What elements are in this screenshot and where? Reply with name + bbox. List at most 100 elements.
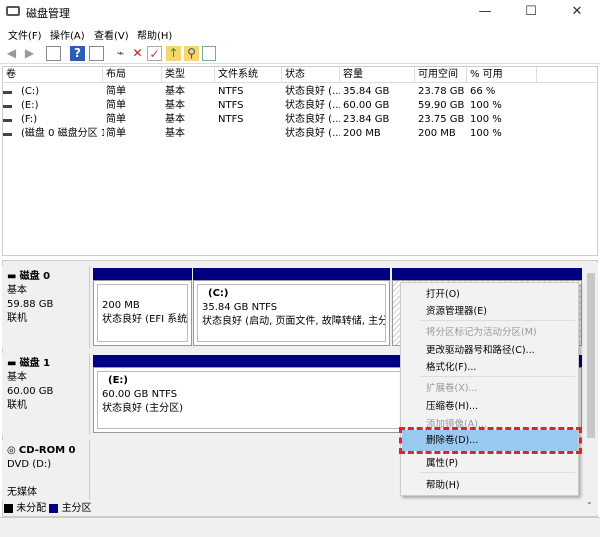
maximize-button[interactable]: ☐ [508,0,554,24]
toolbar: ◀ ▶ ? ⌁ ✕ ✓ ↑ ⚲ [0,43,600,64]
menu-view[interactable]: 查看(V) [94,27,129,42]
primary-partition-bar [93,268,192,280]
console-tree-icon[interactable] [46,46,61,61]
check-icon[interactable]: ✓ [147,46,162,61]
column-header-empty [537,67,597,83]
properties-icon[interactable] [202,46,216,61]
delete-icon[interactable]: ✕ [130,46,145,61]
table-cell: 状态良好 (... [285,100,340,111]
table-cell: NTFS [218,86,244,97]
cdrom-0-label[interactable]: ◎ CD-ROM 0 DVD (D:) 无媒体 [2,440,90,500]
vertical-scrollbar[interactable]: ⌄ [584,263,598,515]
partition-size: 35.84 GB NTFS [202,302,278,313]
legend-primary: 主分区 [61,503,92,514]
disk-name: 磁盘 0 [19,271,51,282]
column-header-status[interactable]: 状态 [282,67,340,83]
context-menu-item[interactable]: 资源管理器(E) [426,302,487,321]
menu-action[interactable]: 操作(A) [50,27,85,42]
search-folder-icon[interactable]: ⚲ [184,46,199,61]
cdrom-name: CD-ROM 0 [18,445,76,456]
table-cell: NTFS [218,100,244,111]
context-menu-item[interactable]: 压缩卷(H)... [426,397,478,416]
forward-icon[interactable]: ▶ [22,46,37,61]
table-row[interactable]: (F:) 简单 基本 NTFS 状态良好 (... 23.84 GB 23.75 GB 100… [3,113,597,127]
table-cell: 35.84 GB [343,86,390,97]
cdrom-drive: DVD (D:) [7,459,52,470]
partition-label: (C:) [208,288,229,299]
column-header-capacity[interactable]: 容量 [340,67,415,83]
minimize-button[interactable]: — [462,0,508,24]
table-cell: 200 MB [418,128,456,139]
context-menu-item[interactable]: 帮助(H) [426,476,460,495]
menu-file[interactable]: 文件(F) [8,27,42,42]
help-icon[interactable]: ? [70,46,85,61]
partition-c[interactable]: (C:) 35.84 GB NTFS 状态良好 (启动, 页面文件, 故障转储,… [193,268,390,346]
column-header-layout[interactable]: 布局 [103,67,162,83]
legend-swatch-primary [49,503,59,513]
column-header-volume[interactable]: 卷 [3,67,103,83]
disk-0-label[interactable]: ▬ 磁盘 0 基本 59.88 GB 联机 [2,266,90,348]
connect-icon[interactable]: ⌁ [113,46,128,61]
disk-state: 联机 [7,313,27,324]
table-cell: 100 % [470,128,502,139]
table-row[interactable]: (磁盘 0 磁盘分区 1) 简单 基本 状态良好 (... 200 MB 200 MB 10… [3,127,597,141]
close-button[interactable]: ✕ [554,0,600,24]
table-cell: 23.78 GB [418,86,465,97]
partition-size: 200 MB [102,300,140,311]
table-cell: 简单 [106,114,126,125]
partition-efi[interactable]: 200 MB 状态良好 (EFI 系统分 [93,268,192,346]
column-header-free-space[interactable]: 可用空间 [415,67,467,83]
disk-icon: ▬ [7,358,20,369]
context-menu-item[interactable]: 属性(P) [426,454,458,473]
context-menu-item[interactable]: 扩展卷(X)... [426,379,477,398]
table-row[interactable]: (C:) 简单 基本 NTFS 状态良好 (... 35.84 GB 23.78 GB 66 … [3,85,597,99]
context-menu-item[interactable]: 格式化(F)... [426,358,476,377]
partition-status: 状态良好 (启动, 页面文件, 故障转储, 主分区) [202,316,386,327]
table-cell [218,127,282,141]
table-cell: 状态良好 (... [285,86,340,97]
menu-separator [420,472,575,473]
disk-1-label[interactable]: ▬ 磁盘 1 基本 60.00 GB 联机 [2,353,90,435]
table-row[interactable]: (E:) 简单 基本 NTFS 状态良好 (... 60.00 GB 59.90 GB 100… [3,99,597,113]
disk-type: 基本 [7,285,27,296]
column-header-type[interactable]: 类型 [162,67,215,83]
cdrom-icon: ◎ [7,445,19,456]
scrollbar-thumb[interactable] [587,273,595,438]
table-cell: (F:) [21,114,38,125]
menu-separator [420,376,575,377]
menu-help[interactable]: 帮助(H) [137,27,172,42]
volume-list: 卷 布局 类型 文件系统 状态 容量 可用空间 % 可用 (C:) 简单 基本 NTF… [2,66,598,256]
table-cell: 100 % [470,114,502,125]
context-menu-item[interactable]: 将分区标记为活动分区(M) [426,323,537,342]
disk-state: 联机 [7,400,27,411]
table-cell: 200 MB [343,128,381,139]
table-cell: 简单 [106,100,126,111]
menu-separator [420,320,575,321]
table-cell: 基本 [165,86,185,97]
disk-management-icon [6,6,20,16]
table-cell: 状态良好 (... [285,128,340,139]
table-cell: (磁盘 0 磁盘分区 1) [21,128,104,139]
table-cell: (E:) [21,100,39,111]
disk-type: 基本 [7,372,27,383]
table-cell: 100 % [470,100,502,111]
folder-up-icon[interactable]: ↑ [166,46,181,61]
column-header-percent-free[interactable]: % 可用 [467,67,537,83]
table-cell: 基本 [165,128,185,139]
legend-unallocated: 未分配 [16,503,47,514]
action-pane-icon[interactable] [89,46,104,61]
annotation-red-dashed-box [399,427,582,454]
status-bar [0,517,600,537]
window-title: 磁盘管理 [26,7,70,20]
back-icon[interactable]: ◀ [4,46,19,61]
primary-partition-bar [193,268,390,280]
table-cell: NTFS [218,114,244,125]
disk-name: 磁盘 1 [19,358,51,369]
scroll-down-icon[interactable]: ⌄ [586,497,593,506]
table-cell: 简单 [106,128,126,139]
disk-icon: ▬ [7,271,20,282]
column-header-filesystem[interactable]: 文件系统 [215,67,282,83]
table-cell: 基本 [165,100,185,111]
table-cell: 简单 [106,86,126,97]
menu-bar: 文件(F) 操作(A) 查看(V) 帮助(H) [0,24,600,43]
